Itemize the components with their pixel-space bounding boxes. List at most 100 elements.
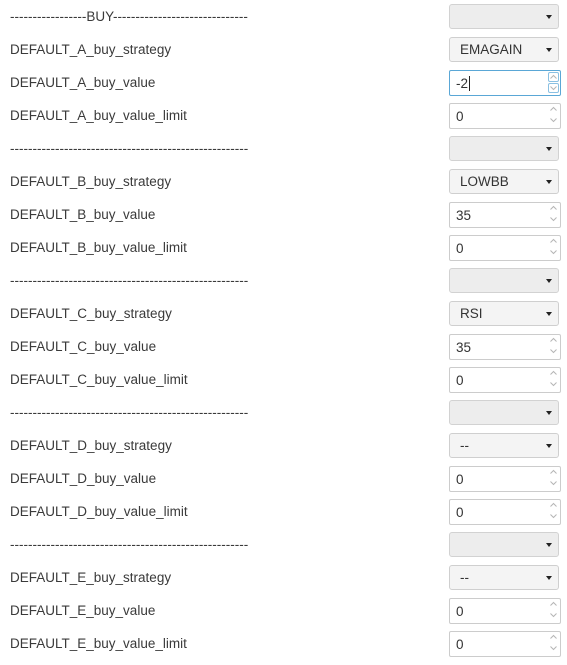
decrement-arrow-icon[interactable] xyxy=(548,512,559,522)
increment-arrow-icon[interactable] xyxy=(548,105,559,115)
number-value-text: 0 xyxy=(456,604,464,619)
setting-row: DEFAULT_B_buy_strategy LOWBB xyxy=(0,165,567,198)
decrement-arrow-icon[interactable] xyxy=(548,611,559,621)
number-value: -2 xyxy=(456,76,471,92)
setting-label: DEFAULT_A_buy_value_limit xyxy=(10,108,187,123)
increment-arrow-icon[interactable] xyxy=(548,501,559,511)
strategy-select[interactable]: LOWBB xyxy=(449,169,559,194)
number-value: 35 xyxy=(456,340,471,356)
text-cursor xyxy=(469,76,471,91)
setting-label: DEFAULT_E_buy_strategy xyxy=(10,570,172,585)
number-input[interactable]: 0 xyxy=(449,598,561,624)
decrement-arrow-icon[interactable] xyxy=(548,380,559,390)
number-value: 0 xyxy=(456,241,464,257)
section-divider-label: -----------------BUY--------------------… xyxy=(10,9,248,24)
number-value-text: 0 xyxy=(456,373,464,388)
spinner xyxy=(548,600,559,622)
number-input[interactable]: 0 xyxy=(449,499,561,525)
decrement-arrow-icon[interactable] xyxy=(548,347,559,357)
strategy-select[interactable]: -- xyxy=(449,565,559,590)
setting-label: DEFAULT_A_buy_value xyxy=(10,75,156,90)
section-select[interactable] xyxy=(449,532,559,557)
number-value-text: 0 xyxy=(456,505,464,520)
number-value-text: 0 xyxy=(456,637,464,652)
setting-label: DEFAULT_B_buy_value xyxy=(10,207,156,222)
setting-label: DEFAULT_B_buy_value_limit xyxy=(10,240,187,255)
section-divider-label: ----------------------------------------… xyxy=(10,273,249,288)
setting-row: DEFAULT_B_buy_value_limit 0 xyxy=(0,231,567,264)
setting-label: DEFAULT_C_buy_strategy xyxy=(10,306,172,321)
setting-row: ----------------------------------------… xyxy=(0,264,567,297)
setting-label: DEFAULT_C_buy_value xyxy=(10,339,157,354)
increment-arrow-icon[interactable] xyxy=(548,369,559,379)
strategy-select[interactable]: RSI xyxy=(449,301,559,326)
select-value: LOWBB xyxy=(460,174,509,189)
increment-arrow-icon[interactable] xyxy=(548,336,559,346)
setting-row: DEFAULT_B_buy_value 35 xyxy=(0,198,567,231)
number-input[interactable]: 35 xyxy=(449,202,561,228)
number-value: 0 xyxy=(456,604,464,620)
number-input[interactable]: 0 xyxy=(449,631,561,657)
increment-arrow-icon[interactable] xyxy=(548,72,559,82)
setting-row: DEFAULT_D_buy_strategy -- xyxy=(0,429,567,462)
select-value: -- xyxy=(460,570,469,585)
decrement-arrow-icon[interactable] xyxy=(548,215,559,225)
decrement-arrow-icon[interactable] xyxy=(548,116,559,126)
caret-down-icon xyxy=(546,279,552,283)
caret-down-icon xyxy=(546,543,552,547)
setting-row: ----------------------------------------… xyxy=(0,132,567,165)
caret-down-icon xyxy=(546,444,552,448)
spinner xyxy=(548,237,559,259)
buy-settings-form: -----------------BUY--------------------… xyxy=(0,0,567,660)
section-select[interactable] xyxy=(449,136,559,161)
caret-down-icon xyxy=(546,576,552,580)
number-value-text: -2 xyxy=(456,76,469,91)
setting-row: DEFAULT_C_buy_strategy RSI xyxy=(0,297,567,330)
increment-arrow-icon[interactable] xyxy=(548,237,559,247)
setting-label: DEFAULT_D_buy_value xyxy=(10,471,157,486)
number-value-text: 35 xyxy=(456,208,472,223)
decrement-arrow-icon[interactable] xyxy=(548,644,559,654)
setting-row: DEFAULT_A_buy_strategy EMAGAIN xyxy=(0,33,567,66)
setting-row: DEFAULT_C_buy_value 35 xyxy=(0,330,567,363)
section-select[interactable] xyxy=(449,268,559,293)
section-select[interactable] xyxy=(449,4,559,29)
caret-down-icon xyxy=(546,312,552,316)
number-value: 0 xyxy=(456,505,464,521)
section-divider-label: ----------------------------------------… xyxy=(10,405,249,420)
number-input[interactable]: 0 xyxy=(449,367,561,393)
number-input[interactable]: 0 xyxy=(449,466,561,492)
number-value: 0 xyxy=(456,472,464,488)
setting-label: DEFAULT_B_buy_strategy xyxy=(10,174,172,189)
decrement-arrow-icon[interactable] xyxy=(548,83,559,93)
spinner xyxy=(548,468,559,490)
number-input[interactable]: 0 xyxy=(449,235,561,261)
number-input[interactable]: 0 xyxy=(449,103,561,129)
section-divider-label: ----------------------------------------… xyxy=(10,537,249,552)
number-value: 0 xyxy=(456,637,464,653)
increment-arrow-icon[interactable] xyxy=(548,633,559,643)
caret-down-icon xyxy=(546,48,552,52)
spinner xyxy=(548,369,559,391)
decrement-arrow-icon[interactable] xyxy=(548,248,559,258)
increment-arrow-icon[interactable] xyxy=(548,600,559,610)
number-value: 35 xyxy=(456,208,471,224)
setting-row: DEFAULT_A_buy_value_limit 0 xyxy=(0,99,567,132)
setting-row: DEFAULT_D_buy_value 0 xyxy=(0,462,567,495)
decrement-arrow-icon[interactable] xyxy=(548,479,559,489)
number-value-text: 35 xyxy=(456,340,472,355)
number-value-text: 0 xyxy=(456,472,464,487)
number-input[interactable]: 35 xyxy=(449,334,561,360)
setting-row: DEFAULT_E_buy_value 0 xyxy=(0,594,567,627)
increment-arrow-icon[interactable] xyxy=(548,468,559,478)
increment-arrow-icon[interactable] xyxy=(548,204,559,214)
number-input[interactable]: -2 xyxy=(449,70,561,96)
strategy-select[interactable]: EMAGAIN xyxy=(449,37,559,62)
spinner xyxy=(548,633,559,655)
strategy-select[interactable]: -- xyxy=(449,433,559,458)
number-value-text: 0 xyxy=(456,241,464,256)
setting-row: DEFAULT_E_buy_value_limit 0 xyxy=(0,627,567,660)
spinner xyxy=(548,204,559,226)
spinner xyxy=(548,105,559,127)
section-select[interactable] xyxy=(449,400,559,425)
